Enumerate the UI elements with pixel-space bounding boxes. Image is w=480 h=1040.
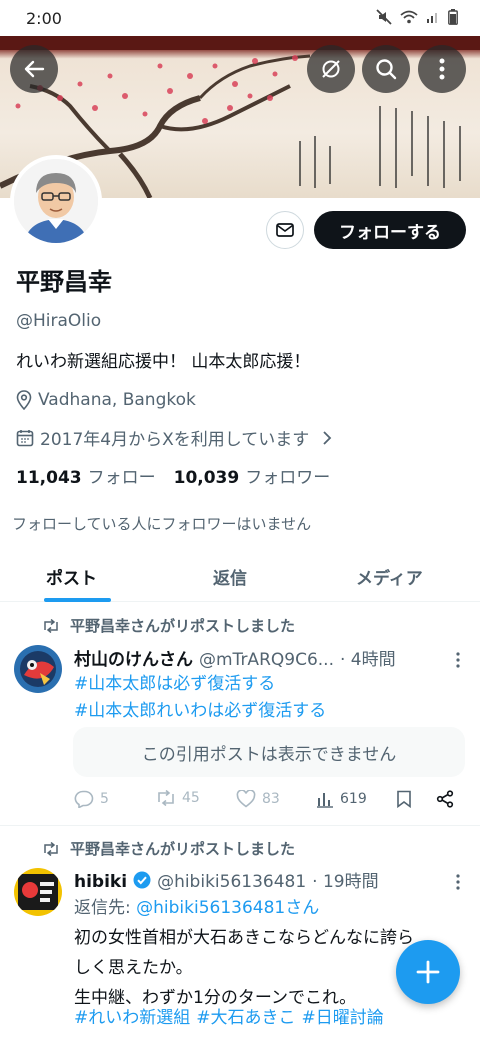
more-options-button[interactable] [418, 45, 466, 93]
more-vertical-icon [456, 874, 460, 890]
repost-button[interactable]: 45 [156, 790, 200, 806]
followers-link[interactable]: 10,039 フォロワー [174, 463, 331, 488]
more-vertical-icon [456, 652, 460, 668]
reply-to-label: 返信先: [74, 898, 131, 918]
post-time: · 4時間 [339, 650, 396, 670]
grok-icon [322, 60, 340, 78]
envelope-icon [276, 223, 294, 237]
tab-posts[interactable]: ポスト [46, 564, 97, 589]
hashtag-link[interactable]: #山本太郎れいわは必ず復活する [74, 696, 326, 721]
post-more-button[interactable] [456, 874, 460, 890]
heart-icon [236, 790, 256, 808]
reply-count: 5 [100, 791, 109, 807]
following-label: フォロー [87, 468, 156, 488]
repost-label: 平野昌幸さんがリポストしました [70, 617, 296, 635]
following-count: 11,043 [16, 468, 82, 488]
compose-post-button[interactable] [396, 940, 460, 1004]
like-count: 83 [262, 791, 280, 807]
bookmark-icon [397, 790, 411, 808]
post-hashtags: #れいわ新選組 #大石あきこ #日曜討論 [74, 1003, 384, 1028]
chevron-right-icon [323, 430, 332, 445]
hashtag-link[interactable]: #大石あきこ [196, 1003, 295, 1028]
post-author-name[interactable]: 村山のけんさん [74, 645, 193, 670]
post-time: · 19時間 [312, 872, 379, 892]
repost-label: 平野昌幸さんがリポストしました [70, 840, 296, 858]
post-author-avatar[interactable] [14, 868, 62, 916]
hashtag-link[interactable]: #れいわ新選組 [74, 1003, 190, 1028]
location-pin-icon [16, 390, 32, 410]
hashtag-link[interactable]: #山本太郎は必ず復活する [74, 669, 275, 694]
arrow-left-icon [24, 60, 45, 78]
repost-icon [44, 618, 58, 633]
post-header: 村山のけんさん @mTrARQ9C6... · 4時間 [74, 645, 396, 670]
repost-indicator: 平野昌幸さんがリポストしました [42, 838, 295, 859]
repost-icon [158, 790, 174, 806]
author-avatar-image [14, 868, 62, 916]
status-bar: 2:00 [0, 0, 480, 36]
followers-count: 10,039 [173, 468, 240, 488]
post-author-handle[interactable]: @hibiki56136481 [157, 872, 306, 892]
back-button[interactable] [10, 45, 58, 93]
followers-label: フォロワー [245, 468, 331, 488]
follow-button[interactable]: フォローする [314, 211, 466, 249]
profile-location: Vadhana, Bangkok [16, 390, 196, 410]
location-text: Vadhana, Bangkok [38, 390, 196, 410]
share-button[interactable] [436, 790, 454, 808]
avatar-illustration [14, 159, 98, 243]
following-link[interactable]: 11,043 フォロー [16, 463, 156, 488]
views-button[interactable]: 619 [316, 790, 367, 808]
post-author-handle[interactable]: @mTrARQ9C6... [199, 650, 334, 670]
verified-badge-icon [133, 871, 151, 888]
post-text-line: しく思えたか。 [74, 958, 193, 978]
repost-icon [44, 841, 58, 856]
bookmark-button[interactable] [396, 790, 412, 808]
post-divider [0, 825, 480, 826]
post-author-avatar[interactable] [14, 645, 62, 693]
search-button[interactable] [362, 45, 410, 93]
reply-to-handle[interactable]: @hibiki56136481さん [136, 898, 319, 918]
status-time: 2:00 [26, 9, 62, 28]
repost-indicator: 平野昌幸さんがリポストしました [42, 615, 295, 636]
more-vertical-icon [439, 58, 445, 80]
plus-icon [416, 960, 440, 984]
joined-text: 2017年4月からXを利用しています [40, 430, 310, 450]
profile-name: 平野昌幸 [16, 268, 112, 296]
quote-unavailable-text: この引用ポストは表示できません [141, 744, 397, 765]
profile-bio: れいわ新選組応援中！ 山本太郎応援！ [16, 352, 311, 372]
battery-icon [448, 9, 458, 25]
active-tab-indicator [44, 598, 111, 602]
signal-icon [427, 13, 437, 23]
quote-unavailable-box: この引用ポストは表示できません [73, 727, 465, 777]
wifi-icon [400, 10, 418, 24]
calendar-icon [16, 429, 34, 446]
post-header: hibiki @hibiki56136481 · 19時間 [74, 867, 379, 892]
profile-avatar[interactable] [10, 155, 102, 247]
author-avatar-image [14, 645, 62, 693]
tab-media[interactable]: メディア [356, 564, 423, 589]
hashtag-link[interactable]: #日曜討論 [302, 1003, 384, 1028]
views-count: 619 [340, 791, 367, 807]
profile-joined[interactable]: 2017年4月からXを利用しています [16, 425, 333, 450]
status-icons [376, 9, 458, 25]
post-text-line: 初の女性首相が大石あきこならどんなに誇ら [74, 928, 414, 948]
grok-button[interactable] [307, 45, 355, 93]
mute-icon [376, 9, 392, 25]
post-actions: 5 45 83 619 [74, 790, 464, 814]
message-button[interactable] [266, 211, 304, 249]
post-more-button[interactable] [456, 652, 460, 668]
repost-count: 45 [182, 790, 200, 806]
search-icon [376, 59, 397, 80]
profile-tabs: ポスト 返信 メディア [0, 558, 480, 602]
follow-counts: 11,043 フォロー 10,039 フォロワー [16, 463, 330, 488]
reply-to-line: 返信先: @hibiki56136481さん [74, 893, 319, 918]
mutual-followers-note: フォローしている人にフォロワーはいません [12, 515, 312, 533]
reply-icon [74, 790, 94, 808]
reply-button[interactable]: 5 [74, 790, 109, 808]
profile-handle: @HiraOlio [16, 311, 102, 331]
post-author-name[interactable]: hibiki [74, 872, 127, 892]
share-icon [436, 790, 454, 808]
tab-replies[interactable]: 返信 [213, 564, 247, 589]
like-button[interactable]: 83 [236, 790, 280, 808]
views-chart-icon [317, 793, 333, 808]
